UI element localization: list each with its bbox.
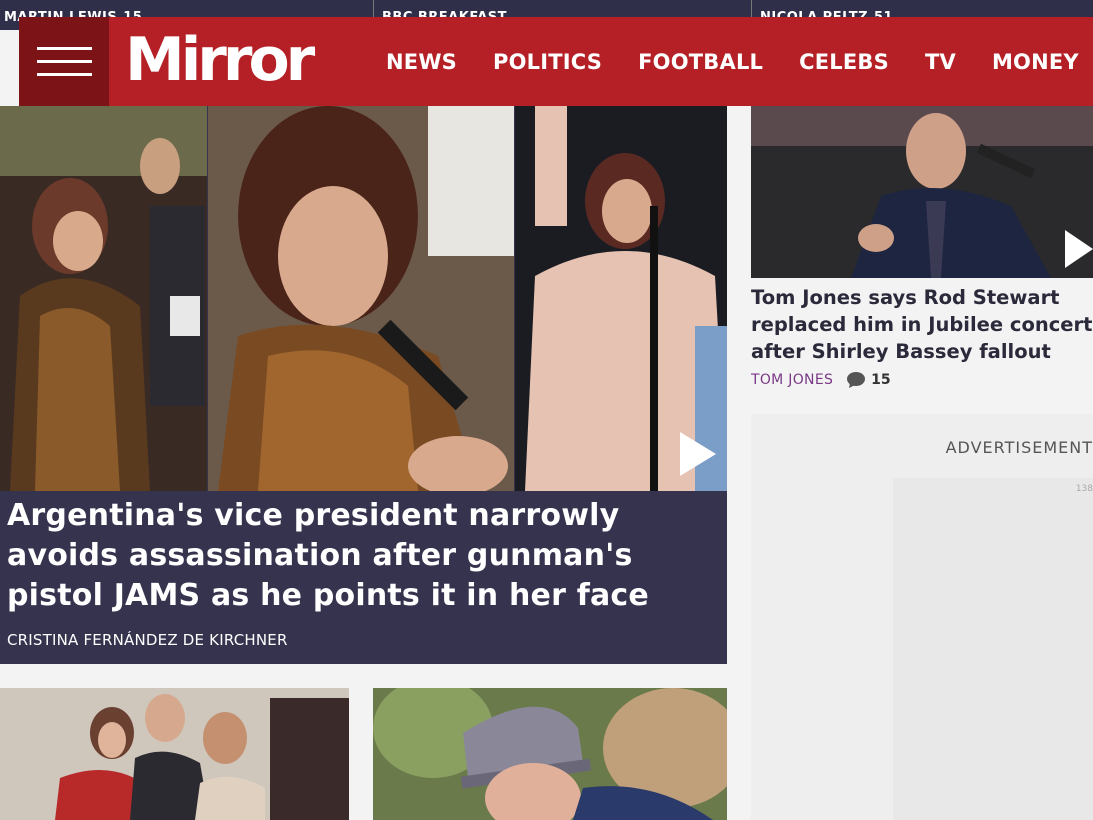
ticker-divider bbox=[373, 0, 374, 18]
play-video-icon[interactable] bbox=[680, 432, 716, 476]
side-story-image[interactable] bbox=[751, 106, 1093, 278]
side-story-headline[interactable]: Tom Jones says Rod Stewart replaced him … bbox=[751, 284, 1093, 365]
hero-image[interactable] bbox=[0, 106, 727, 491]
side-story-tag[interactable]: TOM JONES bbox=[751, 372, 833, 388]
story-card-2[interactable] bbox=[373, 688, 727, 820]
menu-button[interactable] bbox=[19, 17, 109, 106]
hamburger-icon bbox=[37, 60, 92, 63]
hero-topic-tag[interactable]: CRISTINA FERNÁNDEZ DE KIRCHNER bbox=[7, 631, 288, 649]
nav-link-football[interactable]: FOOTBALL bbox=[638, 50, 763, 74]
ticker-divider bbox=[751, 0, 752, 18]
hero-story[interactable]: Argentina's vice president narrowly avoi… bbox=[0, 106, 727, 664]
side-story-meta: TOM JONES 15 bbox=[751, 372, 891, 388]
story-card-photo bbox=[0, 688, 349, 820]
headline-line: Tom Jones says Rod Stewart bbox=[751, 286, 1060, 309]
headline-line: replaced him in Jubilee concert bbox=[751, 313, 1093, 336]
nav-link-tv[interactable]: TV bbox=[925, 50, 956, 74]
advert-slot[interactable]: 138 bbox=[893, 478, 1093, 820]
comment-icon[interactable] bbox=[847, 372, 866, 388]
hamburger-icon bbox=[37, 47, 92, 50]
story-card-photo bbox=[373, 688, 727, 820]
nav-link-money[interactable]: MONEY bbox=[992, 50, 1079, 74]
nav-link-news[interactable]: NEWS bbox=[386, 50, 457, 74]
advert-label: ADVERTISEMENT bbox=[945, 438, 1093, 457]
nav-links: NEWS POLITICS FOOTBALL CELEBS TV MONEY bbox=[386, 17, 1093, 106]
comment-count[interactable]: 15 bbox=[871, 372, 890, 388]
headline-line: after Shirley Bassey fallout bbox=[751, 340, 1051, 363]
mirror-logo[interactable]: Mirror bbox=[125, 19, 315, 101]
hero-headline[interactable]: Argentina's vice president narrowly avoi… bbox=[7, 496, 722, 616]
side-story-photo bbox=[751, 106, 1093, 278]
hero-photo-left bbox=[0, 106, 207, 491]
story-card-1[interactable] bbox=[0, 688, 349, 820]
hamburger-icon bbox=[37, 73, 92, 76]
play-video-icon[interactable] bbox=[1065, 230, 1093, 268]
nav-link-politics[interactable]: POLITICS bbox=[493, 50, 602, 74]
hero-photo-middle bbox=[208, 106, 514, 491]
main-nav: Mirror NEWS POLITICS FOOTBALL CELEBS TV … bbox=[19, 17, 1093, 106]
advert-number: 138 bbox=[1075, 484, 1093, 494]
nav-link-celebs[interactable]: CELEBS bbox=[799, 50, 889, 74]
advert-container: ADVERTISEMENT 138 bbox=[751, 414, 1093, 820]
